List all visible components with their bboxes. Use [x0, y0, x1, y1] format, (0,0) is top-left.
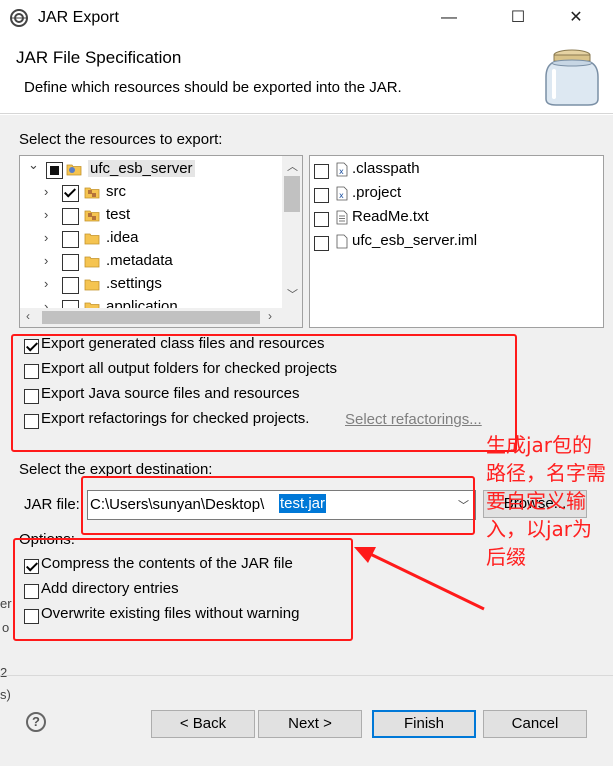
package-folder-icon [84, 185, 100, 199]
annotation-box-jar-path [81, 476, 475, 535]
x-file-icon: x [336, 162, 348, 177]
tree-hscroll-thumb[interactable] [42, 311, 260, 324]
tree-item-label: test [106, 206, 131, 223]
background-fragment: 2 [0, 665, 8, 680]
checkbox-wrapper [314, 186, 329, 203]
tree-item-checkbox[interactable] [62, 184, 79, 202]
minimize-button[interactable]: — [426, 0, 472, 36]
checkbox-wrapper [62, 230, 79, 248]
checkbox-wrapper [62, 184, 79, 202]
file-checkbox[interactable] [314, 187, 329, 203]
tree-item-checkbox[interactable] [62, 230, 79, 248]
tree-item-label: .settings [106, 275, 162, 292]
finish-button[interactable]: Finish [372, 710, 476, 738]
checkbox-wrapper [46, 161, 63, 179]
tree-item[interactable]: › test [20, 204, 282, 227]
scroll-up-icon[interactable]: ︿ [287, 158, 298, 174]
annotation-box-export-options [11, 334, 517, 452]
checkbox-wrapper [314, 210, 329, 227]
chevron-down-icon[interactable]: ⌄ [28, 157, 39, 173]
folder-icon [84, 231, 100, 245]
checkbox-wrapper [62, 207, 79, 225]
help-icon[interactable]: ? [26, 712, 46, 732]
resources-label: Select the resources to export: [19, 131, 223, 148]
checkbox-wrapper [314, 234, 329, 251]
annotation-text: 生成jar包的路径，名字需要自定义输入，以jar为后缀 [486, 433, 606, 569]
background-fragment: er [0, 596, 12, 611]
folder-icon [84, 254, 100, 268]
tree-item-checkbox[interactable] [62, 253, 79, 271]
tree-item[interactable]: › .settings [20, 273, 282, 296]
checkbox-wrapper [62, 276, 79, 294]
tree-item[interactable]: › .idea [20, 227, 282, 250]
x-file-icon: x [336, 186, 348, 201]
tree-item-checkbox[interactable] [62, 299, 79, 308]
chevron-right-icon[interactable]: › [44, 276, 48, 291]
chevron-right-icon[interactable]: › [44, 299, 48, 308]
tree-item[interactable]: ⌄ ufc_esb_server [20, 157, 282, 181]
folder-icon [84, 300, 100, 308]
tree-vertical-scrollbar[interactable]: ︿ ﹀ [282, 156, 302, 308]
file-name: .project [352, 184, 402, 201]
tree-item[interactable]: › application [20, 296, 282, 308]
file-checkbox[interactable] [314, 211, 329, 227]
text-file-icon [336, 210, 348, 225]
file-checkbox[interactable] [314, 235, 329, 251]
resource-tree[interactable]: ⌄ ufc_esb_server › src › test › .idea › .metadata… [19, 155, 303, 328]
close-button[interactable]: ✕ [553, 0, 599, 36]
scroll-right-icon[interactable]: › [268, 309, 272, 323]
scroll-left-icon[interactable]: ‹ [26, 309, 30, 323]
next-button[interactable]: Next > [258, 710, 362, 738]
tree-viewport: ⌄ ufc_esb_server › src › test › .idea › .metadata… [20, 156, 282, 308]
jar-file-label: JAR file: [24, 496, 80, 513]
background-fragment: s) [0, 687, 11, 702]
chevron-right-icon[interactable]: › [44, 184, 48, 199]
button-bar-separator [0, 675, 613, 676]
background-fragment: o [2, 620, 10, 635]
tree-item[interactable]: › src [20, 181, 282, 204]
page-description: Define which resources should be exporte… [24, 79, 402, 96]
tree-horizontal-scrollbar[interactable]: ‹ › [20, 308, 302, 327]
tree-item-label: src [106, 183, 126, 200]
tree-item[interactable]: › .metadata [20, 250, 282, 273]
title-bar: JAR Export — ☐ ✕ [0, 0, 613, 36]
resource-file-list[interactable]: x .classpath x .project ReadMe.txt ufc_esb_se… [309, 155, 604, 328]
package-folder-icon [84, 208, 100, 222]
tree-item-checkbox[interactable] [62, 276, 79, 294]
maximize-button[interactable]: ☐ [495, 0, 541, 36]
svg-text:x: x [339, 167, 344, 176]
chevron-right-icon[interactable]: › [44, 230, 48, 245]
tree-item-checkbox[interactable] [46, 161, 63, 179]
file-name: .classpath [352, 160, 420, 177]
file-checkbox[interactable] [314, 163, 329, 179]
tree-item-label: application [106, 298, 178, 308]
tree-item-label: .metadata [106, 252, 173, 269]
svg-text:x: x [339, 191, 344, 200]
checkbox-wrapper [314, 162, 329, 179]
checkbox-wrapper [62, 253, 79, 271]
annotation-arrow [354, 547, 485, 611]
scroll-down-icon[interactable]: ﹀ [287, 286, 298, 302]
file-icon [336, 234, 348, 249]
cancel-button[interactable]: Cancel [483, 710, 587, 738]
tree-scroll-thumb[interactable] [284, 176, 300, 212]
file-name: ufc_esb_server.iml [352, 232, 478, 249]
back-button[interactable]: < Back [151, 710, 255, 738]
checkbox-wrapper [62, 299, 79, 308]
annotation-box-options [13, 538, 353, 641]
wizard-header: JAR File Specification Define which reso… [0, 36, 613, 114]
chevron-right-icon[interactable]: › [44, 207, 48, 222]
tree-item-checkbox[interactable] [62, 207, 79, 225]
jar-icon [545, 49, 599, 106]
project-icon [66, 162, 82, 176]
tree-item-label: ufc_esb_server [88, 160, 195, 177]
tree-item-label: .idea [106, 229, 139, 246]
folder-icon [84, 277, 100, 291]
eclipse-app-icon [10, 9, 28, 27]
file-name: ReadMe.txt [352, 208, 429, 225]
chevron-right-icon[interactable]: › [44, 253, 48, 268]
window-title: JAR Export [38, 9, 119, 26]
page-title: JAR File Specification [16, 48, 182, 67]
